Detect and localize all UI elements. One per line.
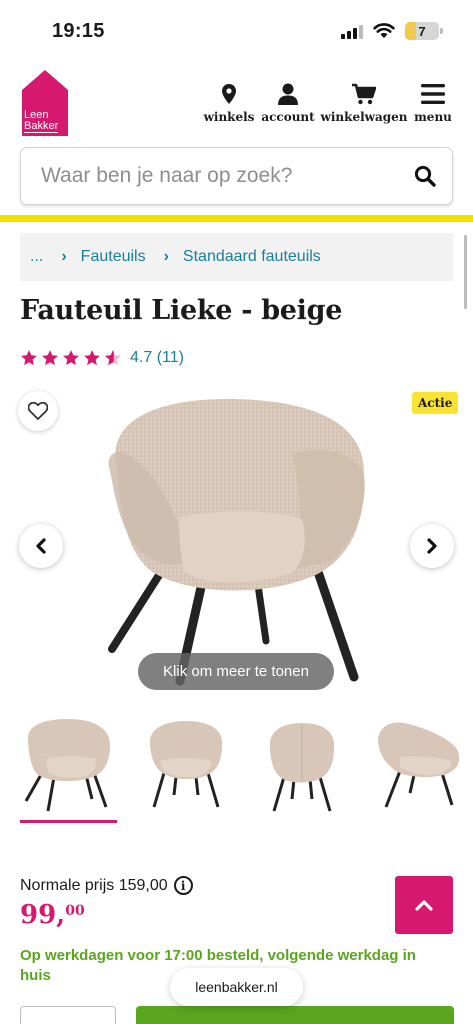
breadcrumb-ellipsis[interactable]: ...: [30, 248, 43, 266]
rating-stars: [20, 349, 122, 367]
thumbnail-4[interactable]: [370, 715, 466, 815]
thumbnail-3[interactable]: [254, 715, 350, 815]
star-icon: [42, 350, 58, 366]
price-main: 99,: [20, 900, 66, 930]
star-half-icon: [105, 350, 121, 366]
status-bar: 19:15 7: [0, 0, 473, 62]
star-icon: [84, 350, 100, 366]
nav-label-menu: menu: [414, 110, 452, 124]
gallery-next-button[interactable]: [410, 524, 454, 568]
header-accent-bar: [0, 215, 473, 222]
info-icon[interactable]: i: [173, 876, 193, 895]
chevron-left-icon: [36, 538, 46, 554]
product-title: Fauteuil Lieke - beige: [20, 295, 343, 326]
thumbnail-strip: [0, 715, 473, 825]
logo-text: Leen Bakker: [24, 109, 59, 133]
favorite-button[interactable]: [18, 391, 58, 431]
status-icons: 7: [341, 22, 443, 40]
price-cents: 00: [65, 903, 85, 919]
star-icon: [21, 350, 37, 366]
cart-icon: [352, 83, 376, 105]
battery-level: 7: [418, 23, 426, 39]
status-time: 19:15: [52, 20, 105, 42]
search-input[interactable]: [41, 164, 414, 188]
thumbnail-1[interactable]: [20, 715, 116, 815]
nav-label-account: account: [261, 110, 315, 124]
nav-label-winkels: winkels: [203, 110, 255, 124]
normal-price-label: Normale prijs 159,00: [20, 876, 168, 894]
chevron-up-icon: [415, 900, 433, 911]
quantity-stepper[interactable]: [20, 1006, 116, 1024]
active-thumbnail-indicator: [20, 820, 117, 823]
show-more-button[interactable]: Klik om meer te tonen: [138, 653, 334, 690]
browser-url-bar[interactable]: leenbakker.nl: [170, 968, 303, 1006]
sale-badge: Actie: [412, 392, 459, 414]
nav-menu[interactable]: menu: [414, 80, 452, 124]
scroll-to-top-button[interactable]: [395, 876, 453, 934]
nav-label-winkelwagen: winkelwagen: [320, 110, 408, 124]
thumbnail-2[interactable]: [138, 715, 234, 815]
user-icon: [278, 83, 298, 105]
breadcrumb: ... › Fauteuils › Standaard fauteuils: [20, 233, 453, 281]
chair-product-image[interactable]: [96, 391, 372, 696]
nav-account[interactable]: account: [261, 80, 315, 124]
star-icon: [63, 350, 79, 366]
product-rating[interactable]: 4.7 (11): [20, 349, 184, 367]
add-to-cart-button[interactable]: [136, 1006, 454, 1024]
normal-price: Normale prijs 159,00 i: [20, 876, 193, 895]
gallery-prev-button[interactable]: [19, 524, 63, 568]
hamburger-icon: [421, 84, 445, 104]
chevron-right-icon: ›: [61, 248, 67, 265]
product-gallery[interactable]: Actie Klik om meer te tonen: [0, 385, 473, 705]
nav-winkelwagen[interactable]: winkelwagen: [320, 80, 408, 124]
signal-icon: [341, 23, 363, 39]
battery-icon: 7: [405, 22, 443, 40]
breadcrumb-fauteuils[interactable]: Fauteuils: [81, 248, 146, 266]
heart-icon: [28, 402, 48, 420]
header-nav: winkels account winkelwagen menu: [203, 80, 452, 124]
chevron-right-icon: ›: [163, 248, 169, 265]
wifi-icon: [373, 23, 395, 38]
chevron-right-icon: [427, 538, 437, 554]
leen-bakker-logo[interactable]: Leen Bakker: [20, 68, 70, 138]
site-header: Leen Bakker winkels account winkelwagen …: [0, 62, 473, 148]
nav-winkels[interactable]: winkels: [203, 80, 255, 124]
rating-text: 4.7 (11): [130, 349, 184, 366]
search-icon[interactable]: [414, 165, 436, 187]
current-price: 99,00: [20, 900, 85, 930]
search-bar: [20, 147, 453, 205]
breadcrumb-standaard-fauteuils[interactable]: Standaard fauteuils: [183, 248, 321, 266]
location-pin-icon: [222, 84, 236, 104]
page-scrollbar[interactable]: [464, 235, 467, 309]
